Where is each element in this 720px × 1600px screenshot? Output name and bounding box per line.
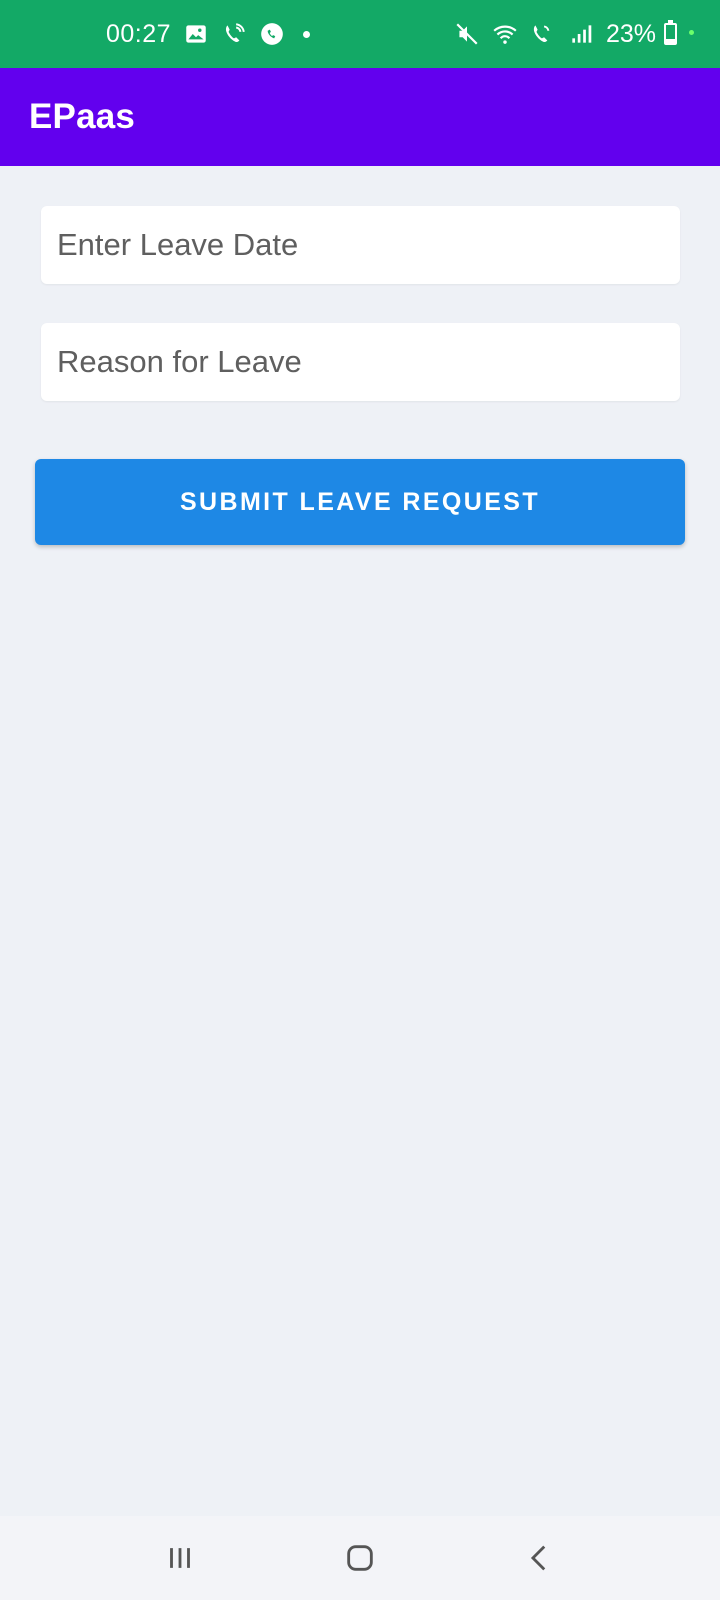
recent-apps-icon bbox=[170, 1548, 190, 1568]
notification-dot-icon bbox=[303, 30, 311, 38]
leave-date-input[interactable] bbox=[57, 227, 680, 263]
privacy-indicator-icon bbox=[689, 29, 694, 35]
app-bar: EPaas bbox=[0, 68, 720, 166]
home-icon bbox=[347, 1545, 373, 1571]
wifi-icon bbox=[492, 21, 518, 47]
messenger-icon bbox=[259, 21, 285, 47]
submit-leave-request-button[interactable]: SUBMIT LEAVE REQUEST bbox=[35, 459, 685, 545]
gallery-icon bbox=[183, 21, 209, 47]
screen: 00:27 23% EPaas Enter Leave Date Reason … bbox=[0, 0, 720, 1600]
back-button[interactable] bbox=[510, 1528, 570, 1588]
battery-level bbox=[666, 38, 675, 43]
app-title: EPaas bbox=[29, 97, 136, 136]
status-left: 00:27 bbox=[106, 19, 311, 49]
leave-date-field[interactable] bbox=[41, 206, 680, 284]
status-bar: 00:27 23% bbox=[0, 0, 720, 68]
home-button[interactable] bbox=[330, 1528, 390, 1588]
volte-call-icon bbox=[530, 21, 556, 47]
reason-input[interactable] bbox=[57, 344, 680, 380]
signal-icon bbox=[568, 21, 594, 47]
navigation-bar bbox=[0, 1516, 720, 1600]
mute-icon bbox=[454, 21, 480, 47]
reason-field[interactable] bbox=[41, 323, 680, 401]
battery-icon bbox=[664, 20, 677, 45]
back-icon bbox=[530, 1545, 546, 1571]
recent-apps-button[interactable] bbox=[150, 1528, 210, 1588]
status-time: 00:27 bbox=[106, 19, 172, 48]
battery-percent: 23% bbox=[605, 19, 656, 48]
wifi-call-icon bbox=[221, 21, 247, 47]
status-right: 23% bbox=[454, 20, 694, 49]
